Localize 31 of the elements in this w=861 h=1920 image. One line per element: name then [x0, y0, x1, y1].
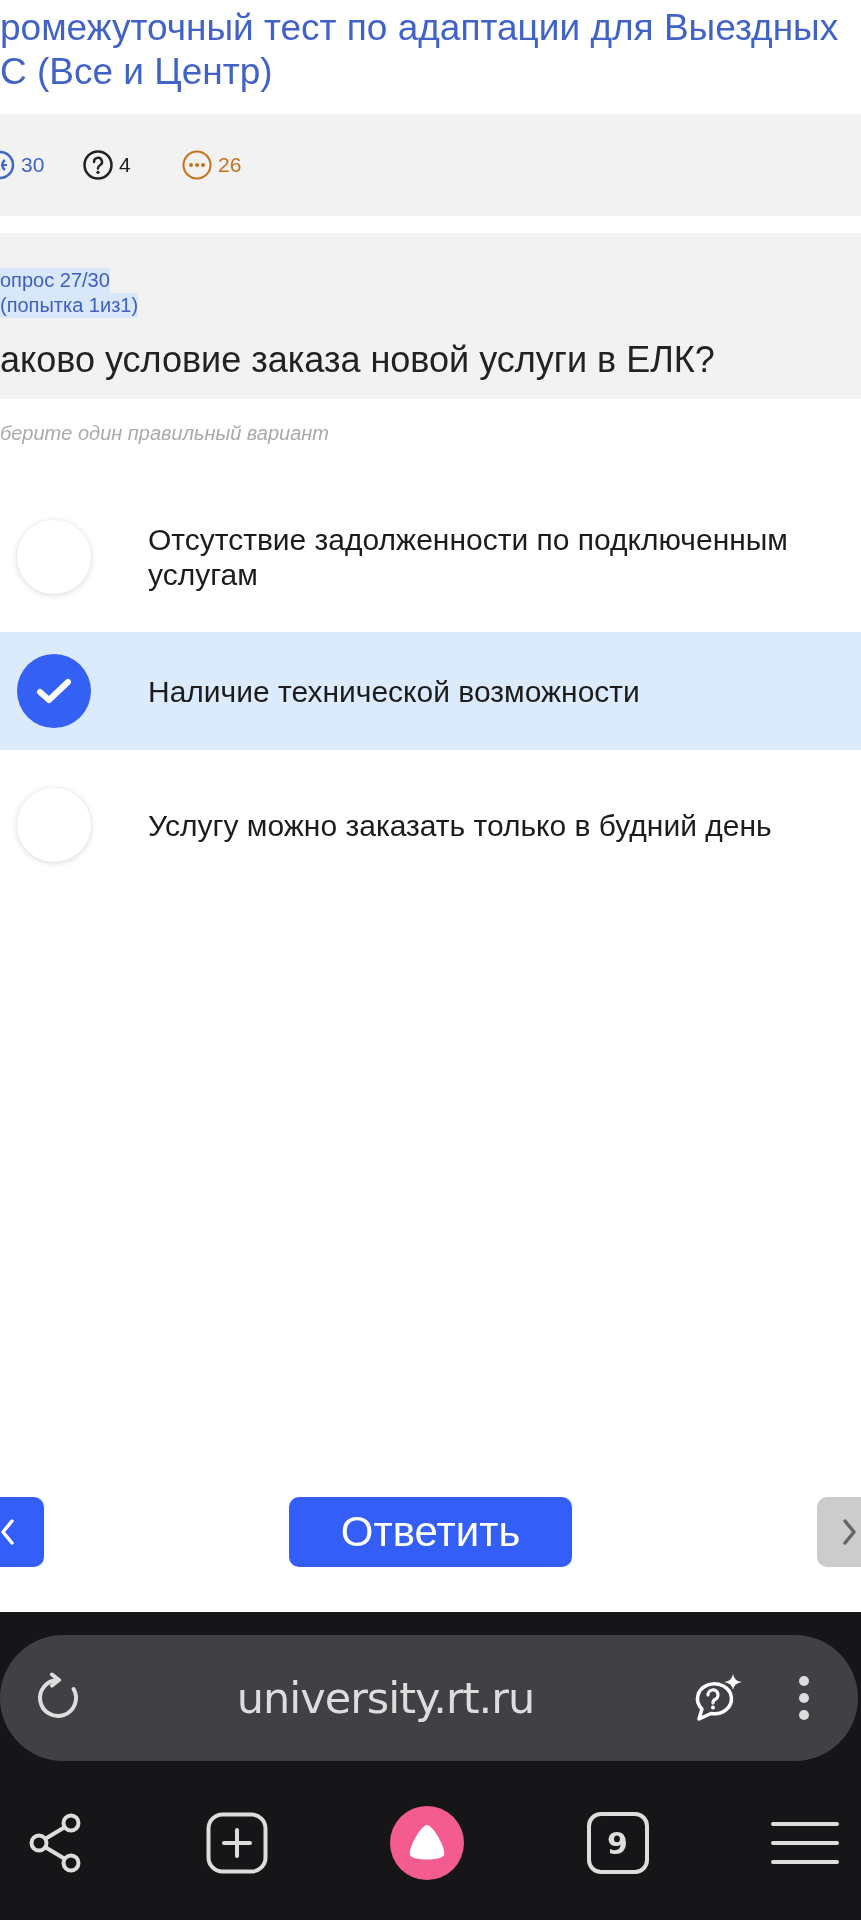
checkmark-icon [36, 677, 72, 705]
share-icon[interactable] [27, 1813, 83, 1873]
option-label: Услугу можно заказать только в будний день [148, 807, 772, 843]
assistant-icon[interactable] [390, 1806, 464, 1880]
submit-button[interactable]: Ответить [289, 1497, 572, 1567]
question-text: аково условие заказа новой услуги в ЕЛК? [0, 338, 715, 382]
address-bar[interactable]: university.rt.ru [0, 1635, 858, 1761]
chevron-left-icon [0, 1519, 14, 1545]
stat-count: 26 [218, 153, 242, 177]
url-text[interactable]: university.rt.ru [84, 1673, 687, 1723]
option-label: Наличие технической возможности [148, 673, 640, 709]
stat-count: 30 [21, 153, 45, 177]
ellipsis-circle-icon [182, 150, 212, 180]
chevron-right-icon [843, 1519, 857, 1545]
option-label: Отсутствие задолженности по подключенным услугам [148, 522, 789, 592]
test-title: ромежуточный тест по адаптации для Выездных [0, 6, 839, 50]
attempt-counter: (попытка 1из1) [0, 293, 139, 318]
answer-option[interactable]: Услугу можно заказать только в будний день [0, 766, 861, 884]
stat-count: 4 [119, 153, 131, 177]
new-tab-plus-icon[interactable] [205, 1812, 268, 1874]
instruction-hint: берите один правильный вариант [0, 421, 329, 446]
question-circle-icon [83, 150, 113, 180]
question-counter: опрос 27/30 [0, 268, 110, 293]
tabs-button[interactable]: 9 [586, 1812, 649, 1874]
more-vertical-icon[interactable] [798, 1675, 810, 1721]
ring-icon [0, 150, 15, 180]
menu-icon[interactable] [771, 1821, 839, 1865]
answer-option[interactable]: Наличие технической возможности [0, 632, 861, 750]
test-title: С (Все и Центр) [0, 50, 273, 94]
answer-option[interactable]: Отсутствие задолженности по подключенным услугам [0, 498, 861, 616]
previous-button[interactable] [0, 1497, 44, 1567]
